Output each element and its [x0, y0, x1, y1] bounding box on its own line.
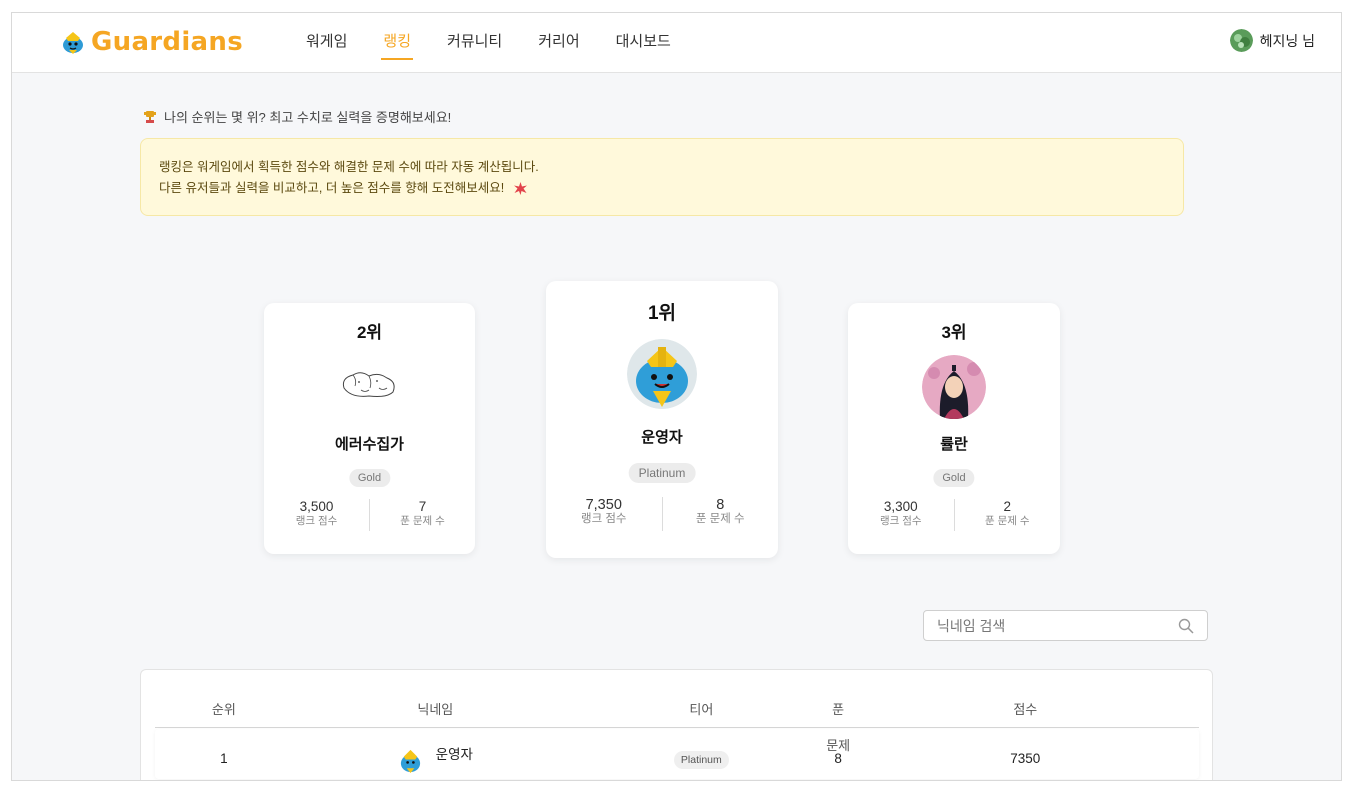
notice-line-2-wrap: 다른 유저들과 실력을 비교하고, 더 높은 점수를 향해 도전해보세요! — [159, 178, 1165, 199]
stat-solved: 8 푼 문제 수 — [663, 497, 779, 531]
table-row[interactable]: 1 운영자 Platinum 8 7350 — [155, 729, 1199, 779]
ranking-intro: 나의 순위는 몇 위? 최고 수치로 실력을 증명해보세요! — [143, 107, 451, 126]
podium-third[interactable]: 3위 률란 Gold 3,300 랭크 점수 2 푼 문제 수 — [848, 303, 1060, 554]
podium-name: 운영자 — [641, 429, 683, 446]
podium-name: 에러수집가 — [334, 436, 404, 453]
podium-rank: 2위 — [356, 323, 383, 342]
col-nickname: 닉네임 — [417, 702, 454, 717]
tier-badge: Gold — [933, 469, 975, 487]
mascot-avatar — [627, 339, 697, 409]
nav-dashboard[interactable]: 대시보드 — [598, 13, 689, 73]
score-label: 랭크 점수 — [580, 513, 627, 525]
trophy-icon — [144, 110, 156, 123]
user-menu[interactable]: 헤지닝 님 — [1229, 29, 1315, 52]
intro-headline: 나의 순위는 몇 위? 최고 수치로 실력을 증명해보세요! — [164, 110, 452, 125]
col-score: 점수 — [1013, 702, 1038, 717]
top-navbar: Guardians 워게임 랭킹 커뮤니티 커리어 대시보드 헤지닝 님 — [12, 13, 1341, 73]
tier-badge: Platinum — [628, 463, 696, 483]
character-portrait-avatar — [922, 355, 986, 419]
row-rank: 1 — [220, 751, 228, 766]
stat-score: 7,350 랭크 점수 — [546, 497, 662, 531]
tier-badge: Gold — [348, 469, 391, 487]
ranking-table: 순위 닉네임 티어 푼 문제 점수 1 운영자 Platinum 8 7350 — [140, 669, 1213, 780]
stat-solved: 2 푼 문제 수 — [955, 499, 1061, 531]
podium-first[interactable]: 1위 운영자 Platinum 7,350 랭크 점수 8 푼 문제 수 — [546, 281, 778, 558]
search-icon[interactable] — [1178, 618, 1194, 634]
col-rank: 순위 — [211, 702, 236, 717]
solved-label: 푼 문제 수 — [985, 515, 1030, 527]
row-score: 7350 — [1010, 751, 1041, 766]
logo-text: Guardians — [91, 27, 243, 57]
score-value: 7,350 — [585, 497, 622, 513]
stat-score: 3,500 랭크 점수 — [264, 499, 369, 531]
nickname-search — [923, 610, 1208, 641]
mascot-logo-icon — [63, 32, 83, 54]
hamster-sketch-avatar — [342, 372, 395, 397]
nav-community[interactable]: 커뮤니티 — [429, 13, 520, 73]
podium-name: 률란 — [940, 436, 968, 453]
notice-box: 랭킹은 워게임에서 획득한 점수와 해결한 문제 수에 따라 자동 계산됩니다.… — [140, 138, 1184, 216]
score-value: 3,300 — [883, 499, 918, 514]
nav-wargame[interactable]: 워게임 — [288, 13, 365, 73]
row-tier: Platinum — [578, 729, 825, 779]
main-nav: 워게임 랭킹 커뮤니티 커리어 대시보드 — [288, 13, 689, 73]
solved-label: 푼 문제 수 — [400, 515, 445, 527]
stat-solved: 7 푼 문제 수 — [370, 499, 475, 531]
user-name: 헤지닝 님 — [1259, 32, 1315, 49]
table-header: 순위 닉네임 티어 푼 문제 점수 — [155, 692, 1199, 753]
solved-value: 7 — [418, 499, 427, 514]
app-window: Guardians 워게임 랭킹 커뮤니티 커리어 대시보드 헤지닝 님 나의 … — [11, 12, 1342, 781]
logo[interactable]: Guardians — [60, 25, 243, 59]
podium-second[interactable]: 2위 에러수집가 Gold 3,500 랭크 점수 7 푼 문제 수 — [264, 303, 475, 554]
podium-stats: 3,300 랭크 점수 2 푼 문제 수 — [848, 499, 1060, 531]
solved-label: 푼 문제 수 — [695, 513, 745, 525]
row-nickname: 운영자 — [293, 729, 578, 779]
tier-badge: Platinum — [673, 751, 729, 769]
col-tier: 티어 — [689, 702, 714, 717]
podium-rank: 3위 — [941, 323, 967, 342]
row-solved: 8 — [834, 751, 842, 766]
burst-icon — [513, 182, 527, 196]
podium-rank: 1위 — [647, 303, 677, 324]
search-input[interactable] — [924, 611, 1164, 640]
score-label: 랭크 점수 — [295, 515, 338, 527]
row-name[interactable]: 운영자 — [436, 745, 473, 765]
user-avatar — [1229, 29, 1253, 52]
col-solved: 푼 문제 — [826, 702, 851, 753]
stat-score: 3,300 랭크 점수 — [848, 499, 954, 531]
nav-career[interactable]: 커리어 — [520, 13, 597, 73]
score-label: 랭크 점수 — [879, 515, 922, 527]
podium-stats: 3,500 랭크 점수 7 푼 문제 수 — [264, 499, 475, 531]
solved-value: 8 — [716, 497, 725, 513]
notice-line-2: 다른 유저들과 실력을 비교하고, 더 높은 점수를 향해 도전해보세요! — [159, 181, 505, 195]
nav-ranking[interactable]: 랭킹 — [365, 13, 429, 73]
score-value: 3,500 — [299, 499, 334, 514]
notice-line-1: 랭킹은 워게임에서 획득한 점수와 해결한 문제 수에 따라 자동 계산됩니다. — [159, 160, 539, 174]
mascot-avatar-small — [400, 749, 420, 773]
solved-value: 2 — [1003, 499, 1011, 514]
name-cell: 운영자 — [293, 729, 578, 780]
podium-stats: 7,350 랭크 점수 8 푼 문제 수 — [546, 497, 778, 531]
